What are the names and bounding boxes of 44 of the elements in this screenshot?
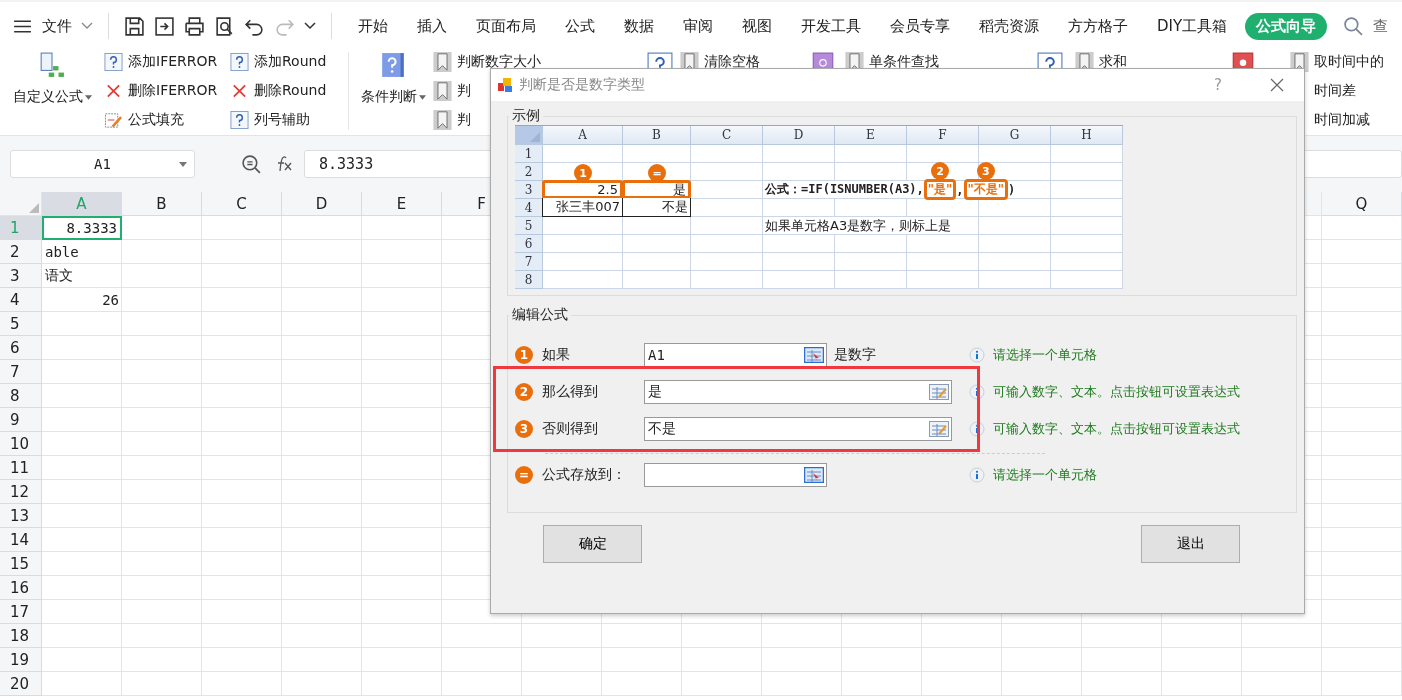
- field-label: 否则得到: [542, 420, 599, 438]
- column-header: B: [623, 126, 691, 145]
- step-badge: =: [515, 466, 533, 484]
- row-header: 2: [515, 163, 543, 181]
- table-cell: 张三丰007: [542, 198, 623, 217]
- column-header: C: [691, 126, 763, 145]
- row-header: 1: [515, 145, 543, 163]
- group-title: 示例: [511, 107, 541, 125]
- column-header: A: [543, 126, 623, 145]
- highlighted-value: "是": [923, 179, 957, 200]
- hint-text: 请选择一个单元格: [993, 466, 1097, 484]
- column-header: H: [1051, 126, 1123, 145]
- hint-text: 请选择一个单元格: [993, 346, 1097, 364]
- formula-text: ,: [956, 182, 964, 197]
- group-title: 编辑公式: [511, 306, 569, 324]
- column-header: D: [763, 126, 835, 145]
- field-label: 那么得到: [542, 383, 599, 401]
- formula-text: 公式：=IF(ISNUMBER(A3),: [765, 181, 924, 198]
- row-header: 3: [515, 181, 543, 199]
- formula-text: ): [1008, 182, 1016, 197]
- step-badge: 1: [515, 346, 533, 364]
- column-header: E: [835, 126, 907, 145]
- table-cell: 不是: [622, 198, 691, 217]
- highlighted-value: "不是": [963, 179, 1009, 200]
- step-badge: =: [648, 164, 666, 182]
- row-header: 8: [515, 271, 543, 289]
- step-badge: 2: [515, 383, 533, 401]
- row-header: 4: [515, 199, 543, 217]
- row-header: 7: [515, 253, 543, 271]
- step-badge: 3: [515, 420, 533, 438]
- column-header: G: [979, 126, 1051, 145]
- hint-text: 可输入数字、文本。点击按钮可设置表达式: [993, 420, 1240, 438]
- row-header: 5: [515, 217, 543, 235]
- table-cell: 如果单元格A3是数字，则标上是: [763, 217, 954, 234]
- field-label: 如果: [542, 346, 571, 364]
- field-suffix: 是数字: [834, 346, 876, 364]
- field-label: 公式存放到：: [542, 466, 627, 484]
- step-badge: 2: [931, 162, 950, 180]
- hint-text: 可输入数字、文本。点击按钮可设置表达式: [993, 383, 1240, 401]
- step-badge: 3: [976, 162, 995, 180]
- column-header: F: [907, 126, 979, 145]
- window-title: 判断是否是数字类型: [519, 76, 646, 94]
- step-badge: 1: [574, 164, 592, 182]
- row-header: 6: [515, 235, 543, 253]
